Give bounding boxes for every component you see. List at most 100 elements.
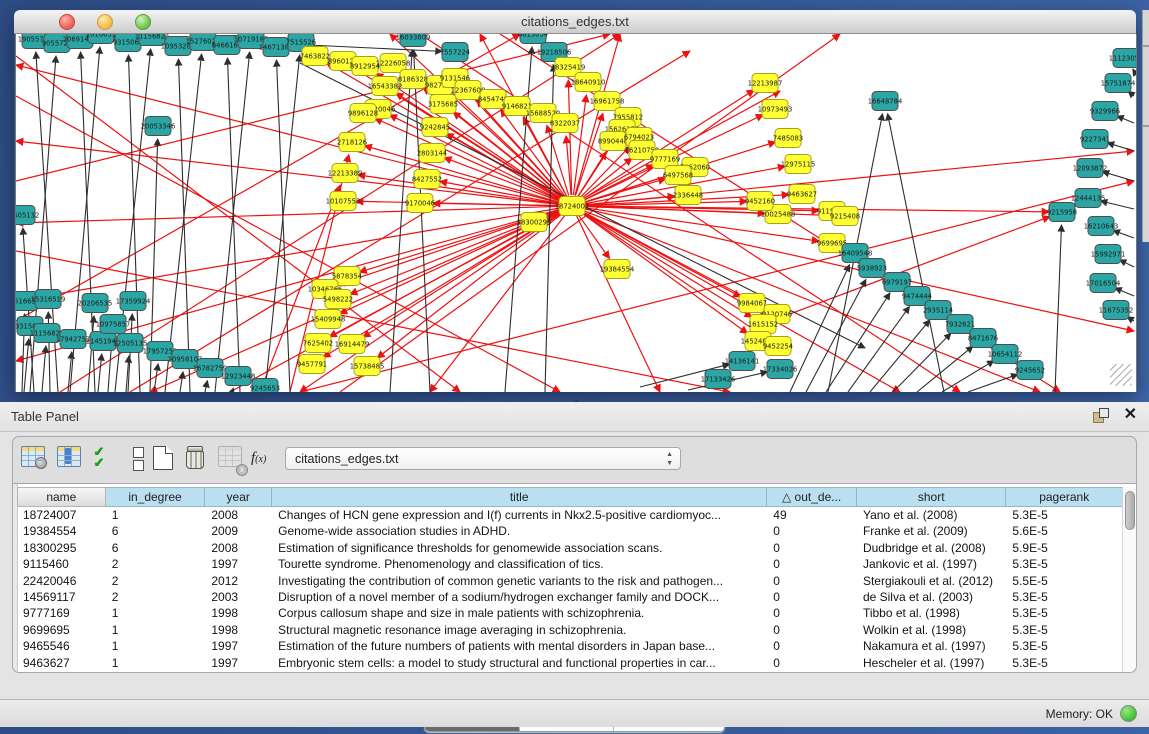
graph-node[interactable]: 9329966	[1090, 102, 1120, 121]
citation-graph[interactable]: 1872400719055724905572420691406201665193…	[16, 34, 1136, 392]
graph-node[interactable]: 16210643	[1084, 217, 1119, 236]
table-row[interactable]: 1872400712008Changes of HCN gene express…	[17, 507, 1123, 523]
graph-node[interactable]: 11123054	[1109, 49, 1136, 68]
graph-node[interactable]: 20206535	[78, 294, 113, 313]
graph-node[interactable]: 9170046	[405, 194, 435, 213]
create-column-icon[interactable]	[153, 446, 179, 472]
graph-node[interactable]: 8813054	[518, 34, 548, 44]
close-panel-icon[interactable]: ✕	[1124, 406, 1137, 424]
graph-node[interactable]: 9245652	[1015, 361, 1045, 380]
graph-node[interactable]: 15738485	[350, 357, 385, 376]
graph-node[interactable]: 15316519	[31, 290, 66, 309]
graph-node[interactable]: 7557224	[440, 43, 470, 62]
graph-node[interactable]: 12093872	[1073, 159, 1108, 178]
column-header-out_de[interactable]: △ out_de...	[767, 487, 857, 507]
graph-node[interactable]: 20053346	[141, 117, 176, 136]
graph-node[interactable]: 17016504	[1086, 274, 1121, 293]
graph-node[interactable]: 9227341	[1080, 130, 1110, 149]
graph-node[interactable]: 12213987	[748, 74, 783, 93]
graph-node[interactable]: 18300295	[517, 213, 552, 232]
delete-table-icon[interactable]: x	[218, 446, 244, 472]
graph-node[interactable]: 12505132	[16, 206, 39, 225]
graph-node[interactable]: 6497568	[663, 166, 693, 185]
network-canvas[interactable]: 1872400719055724905572420691406201665193…	[15, 34, 1137, 392]
graph-node[interactable]: 9452254	[763, 337, 793, 356]
graph-node[interactable]: 15409948	[311, 310, 346, 329]
table-row[interactable]: 1830029562008Estimation of significance …	[17, 540, 1123, 556]
graph-node[interactable]: 16033809	[396, 34, 431, 47]
graph-node[interactable]: 7485083	[773, 129, 803, 148]
graph-node[interactable]: 12975115	[781, 155, 816, 174]
graph-node[interactable]: 17133426	[701, 370, 736, 389]
window-titlebar[interactable]: citations_edges.txt	[14, 10, 1136, 34]
graph-node[interactable]: 17359924	[116, 292, 151, 311]
graph-node[interactable]: 8471676	[968, 329, 998, 348]
table-row[interactable]: 2242004622012Investigating the contribut…	[17, 573, 1123, 589]
column-header-pagerank[interactable]: pagerank	[1006, 487, 1123, 507]
graph-node[interactable]: 9242845	[420, 118, 450, 137]
delete-column-icon[interactable]	[185, 446, 211, 472]
graph-node[interactable]: 5938923	[857, 259, 887, 278]
graph-node[interactable]: 12923448	[221, 367, 256, 386]
graph-node[interactable]: 9452160	[745, 192, 775, 211]
graph-node[interactable]: 10107553	[326, 192, 361, 211]
table-select-dropdown[interactable]: citations_edges.txt ▲▼	[285, 447, 681, 470]
float-panel-icon[interactable]	[1093, 408, 1109, 424]
table-row[interactable]: 911546021997Tourette syndrome. Phenomeno…	[17, 556, 1123, 572]
graph-node[interactable]: 9896128	[348, 104, 378, 123]
graph-node[interactable]: 8322037	[550, 114, 580, 133]
graph-node[interactable]: 5498222	[323, 290, 353, 309]
graph-node[interactable]: 10654112	[988, 345, 1023, 364]
column-header-in_degree[interactable]: in_degree	[106, 487, 206, 507]
table-row[interactable]: 977716911998Corpus callosum shape and si…	[17, 605, 1123, 621]
hub-node[interactable]: 18724007	[555, 197, 590, 216]
graph-node[interactable]: 3175685	[428, 95, 458, 114]
graph-node[interactable]: 16648784	[868, 92, 903, 111]
graph-node[interactable]: 14136141	[725, 352, 760, 371]
select-all-icon[interactable]: ✓✓	[93, 446, 119, 472]
graph-node[interactable]: 9457791	[297, 355, 327, 374]
table-mode-icon[interactable]	[21, 446, 47, 472]
memory-status-button[interactable]	[1120, 705, 1137, 722]
graph-node[interactable]: 15751874	[1101, 74, 1136, 93]
graph-node[interactable]: 2336448	[673, 186, 703, 205]
graph-node[interactable]: 19384554	[600, 260, 635, 279]
scrollbar-thumb[interactable]	[1125, 491, 1135, 530]
graph-node[interactable]: 2016651	[86, 34, 116, 44]
graph-node[interactable]: 15992971	[1091, 245, 1126, 264]
graph-node[interactable]: 17334026	[763, 360, 798, 379]
graph-node[interactable]: 7625402	[303, 334, 333, 353]
graph-node[interactable]: 1615152	[748, 315, 778, 334]
graph-node[interactable]: 16543382	[368, 77, 403, 96]
table-row[interactable]: 969969511998Structural magnetic resonanc…	[17, 622, 1123, 638]
graph-node[interactable]: 8427552	[412, 170, 442, 189]
graph-node[interactable]: 11675352	[1099, 301, 1134, 320]
column-header-name[interactable]: name	[17, 487, 106, 507]
table-row[interactable]: 1938455462009Genome-wide association stu…	[17, 523, 1123, 539]
column-header-short[interactable]: short	[857, 487, 1006, 507]
graph-node[interactable]: 2803144	[417, 144, 447, 163]
column-header-title[interactable]: title	[272, 487, 767, 507]
graph-node[interactable]: 9215958	[1047, 203, 1077, 222]
graph-node[interactable]: 18640910	[571, 73, 606, 92]
table-row[interactable]: 946554611997Estimation of the future num…	[17, 638, 1123, 654]
graph-node[interactable]: 9215408	[830, 207, 860, 226]
graph-node[interactable]: 2718126	[337, 133, 367, 152]
function-builder-icon[interactable]: f(x)	[251, 449, 277, 475]
column-header-year[interactable]: year	[205, 487, 272, 507]
graph-node[interactable]: 9463627	[787, 185, 817, 204]
table-row[interactable]: 946362711997Embryonic stem cells: a mode…	[17, 655, 1123, 671]
table-row[interactable]: 1456911722003Disruption of a novel membe…	[17, 589, 1123, 605]
graph-node[interactable]: 8186328	[398, 70, 428, 89]
graph-node[interactable]: 9245653	[250, 379, 280, 393]
canvas-resize-grip[interactable]	[1110, 364, 1132, 386]
graph-node[interactable]: 12444135	[1071, 189, 1106, 208]
row-height-icon[interactable]	[125, 447, 151, 473]
graph-node[interactable]: 12213389	[328, 164, 363, 183]
show-columns-icon[interactable]	[57, 446, 83, 472]
graph-node[interactable]: 10975857	[96, 315, 131, 334]
graph-node[interactable]: 7463822	[300, 47, 330, 66]
graph-node[interactable]: 16914479	[335, 335, 370, 354]
graph-node[interactable]: 10973493	[758, 100, 793, 119]
table-scrollbar[interactable]	[1122, 487, 1136, 672]
